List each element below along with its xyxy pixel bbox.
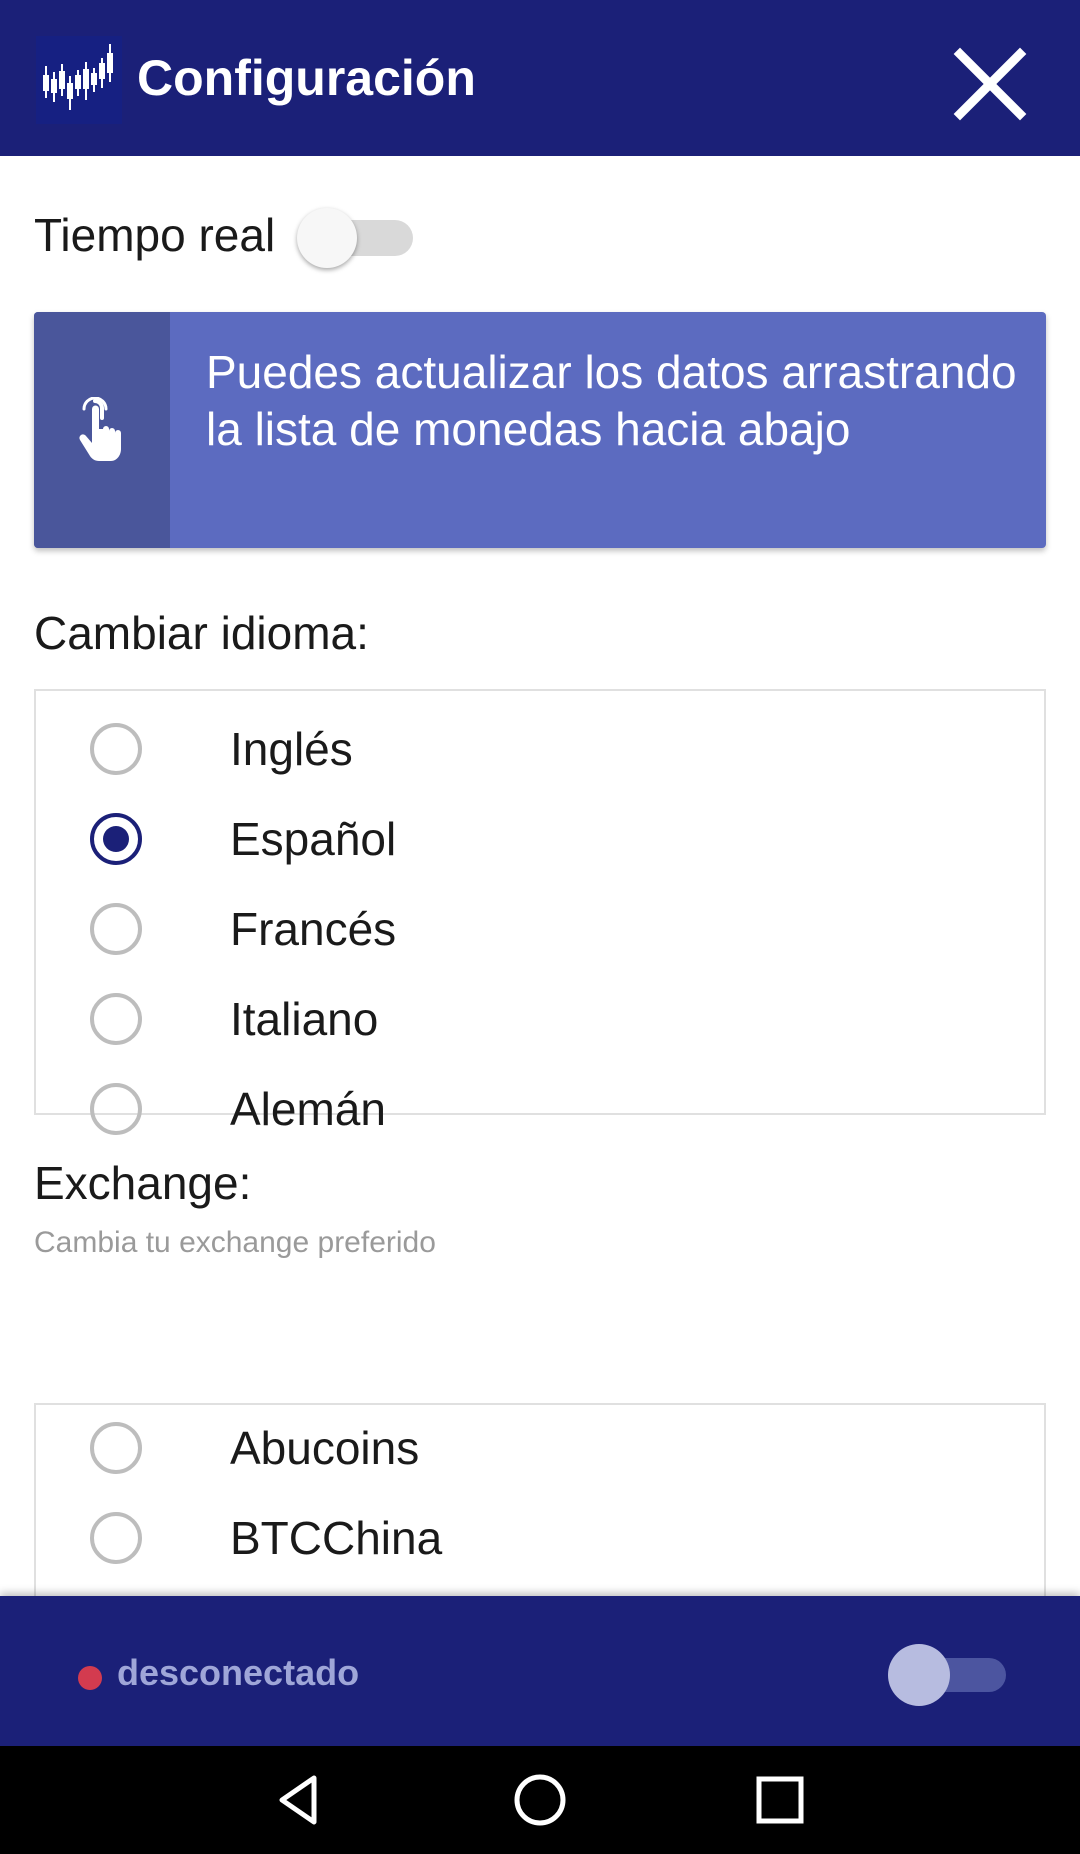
- back-triangle-icon: [279, 1775, 317, 1825]
- connection-toggle[interactable]: [880, 1638, 1010, 1708]
- radio-button[interactable]: [90, 1083, 142, 1135]
- radio-label: Italiano: [230, 993, 379, 1045]
- radio-label: Francés: [230, 903, 397, 955]
- exchange-radio-group: Abucoins BTCChina: [34, 1403, 1046, 1596]
- tap-hand-icon: [79, 397, 121, 461]
- language-option-aleman[interactable]: Alemán: [36, 1064, 1044, 1154]
- back-button[interactable]: [270, 1770, 330, 1830]
- language-option-espanol[interactable]: Español: [36, 794, 1044, 884]
- page-title: Configuración: [137, 50, 476, 106]
- home-circle-icon: [514, 1774, 566, 1826]
- radio-label: Alemán: [230, 1083, 386, 1135]
- candlestick-chart-logo-icon: [36, 36, 122, 124]
- recents-square-icon: [756, 1776, 804, 1824]
- radio-button[interactable]: [90, 1512, 142, 1564]
- pull-to-refresh-tip: Puedes actualizar los datos arrastrando …: [34, 312, 1046, 548]
- exchange-option-abucoins[interactable]: Abucoins: [36, 1403, 1044, 1493]
- tip-text: Puedes actualizar los datos arrastrando …: [206, 346, 1017, 455]
- close-button[interactable]: [950, 44, 1030, 124]
- radio-label: Abucoins: [230, 1422, 420, 1474]
- radio-label: BTCChina: [230, 1512, 443, 1564]
- radio-button[interactable]: [90, 723, 142, 775]
- status-indicator-dot: [78, 1666, 102, 1690]
- language-radio-group: Inglés Español Francés Italiano Alemán: [34, 689, 1046, 1135]
- app-bar: Configuración: [0, 0, 1080, 156]
- realtime-toggle[interactable]: [297, 200, 417, 270]
- language-option-frances[interactable]: Francés: [36, 884, 1044, 974]
- radio-button-selected[interactable]: [90, 813, 142, 865]
- language-section-label: Cambiar idioma:: [34, 607, 369, 659]
- home-button[interactable]: [510, 1770, 570, 1830]
- connection-status-text: desconectado: [117, 1652, 360, 1693]
- radio-button[interactable]: [90, 903, 142, 955]
- language-option-italiano[interactable]: Italiano: [36, 974, 1044, 1064]
- close-icon: [953, 47, 1027, 121]
- radio-label: Español: [230, 813, 397, 865]
- exchange-section-label: Exchange:: [34, 1157, 252, 1209]
- realtime-toggle-thumb: [297, 208, 358, 268]
- connection-toggle-thumb: [888, 1644, 950, 1706]
- radio-label: Inglés: [230, 723, 353, 775]
- radio-button[interactable]: [90, 993, 142, 1045]
- system-navigation-bar: [0, 1746, 1080, 1854]
- radio-button[interactable]: [90, 1422, 142, 1474]
- realtime-label: Tiempo real: [34, 209, 276, 261]
- language-option-ingles[interactable]: Inglés: [36, 704, 1044, 794]
- recents-button[interactable]: [750, 1770, 810, 1830]
- exchange-option-btcchina[interactable]: BTCChina: [36, 1493, 1044, 1583]
- connection-status-bar: desconectado: [0, 1596, 1080, 1746]
- exchange-section-subtitle: Cambia tu exchange preferido: [34, 1226, 436, 1259]
- settings-content[interactable]: Tiempo real Puedes actualizar los datos …: [0, 156, 1080, 1596]
- realtime-row: Tiempo real: [34, 200, 417, 270]
- tip-icon-container: [34, 312, 170, 548]
